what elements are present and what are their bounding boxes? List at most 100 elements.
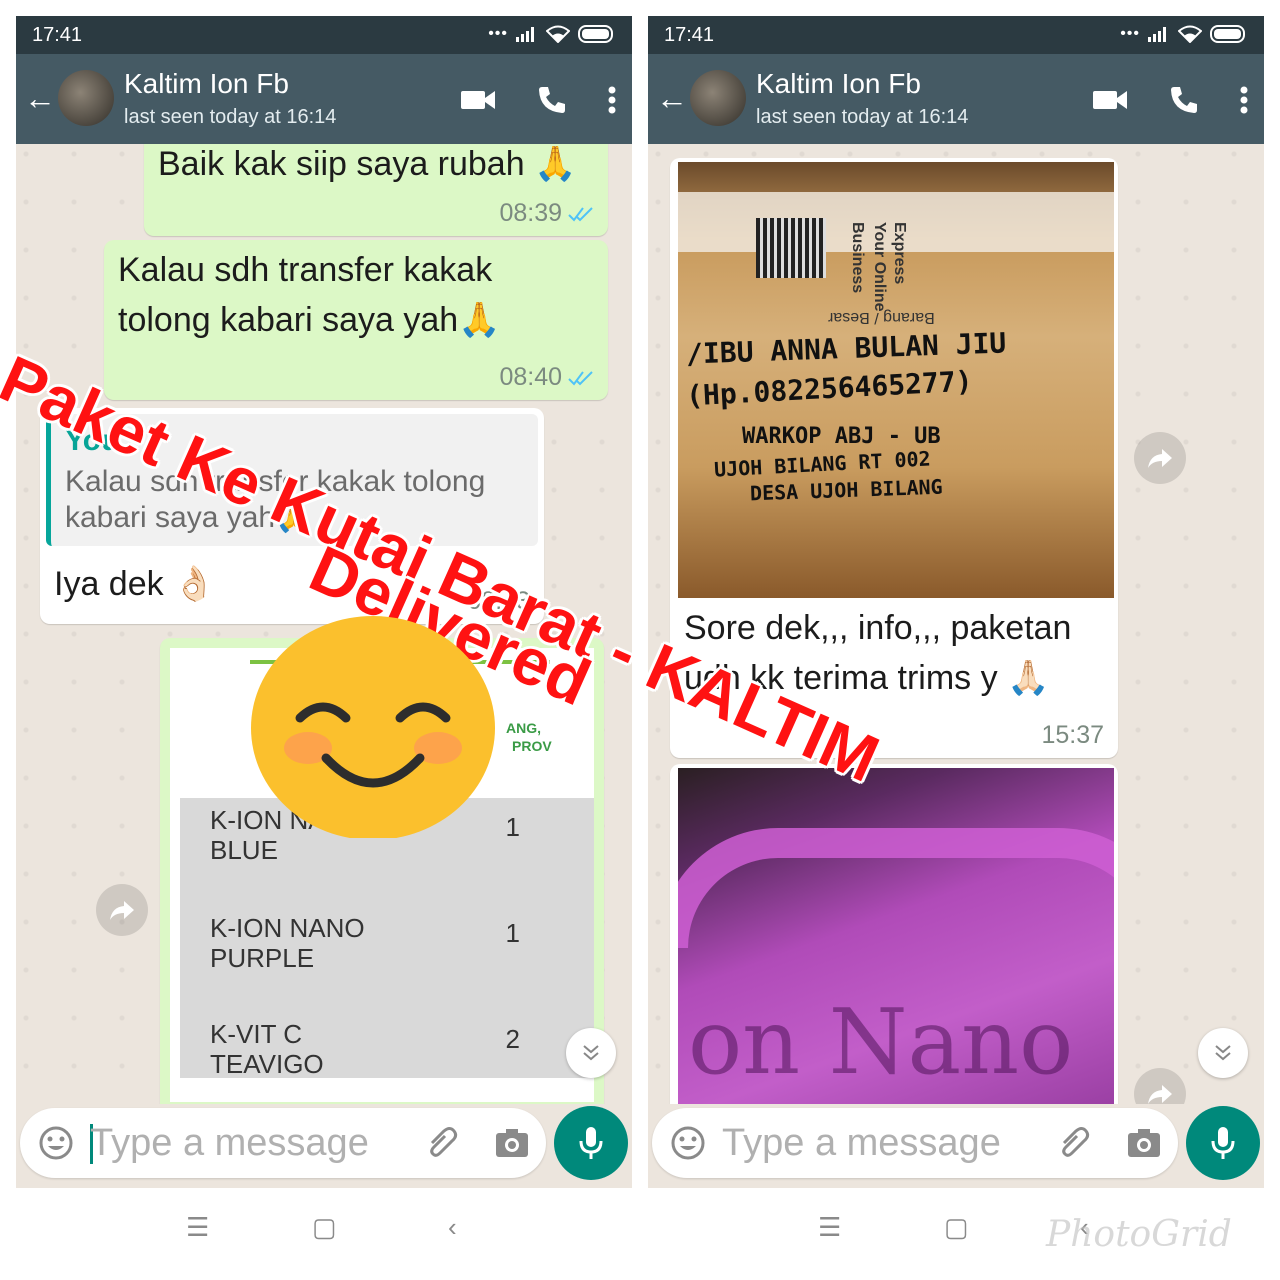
recents-icon[interactable]: ☰ [818,1212,841,1243]
status-time: 17:41 [32,24,83,46]
status-time: 17:41 [664,24,715,46]
message-time: 08:40 [499,363,562,391]
composer-bar: Type a message [16,1104,632,1188]
scroll-down-icon [583,1045,599,1061]
package-label-barang: Barang / Besar [828,309,935,326]
scroll-down-button[interactable] [1198,1028,1248,1078]
attach-icon[interactable] [424,1125,460,1161]
package-label-online: Your Online [871,222,888,312]
attach-icon[interactable] [1056,1125,1092,1161]
status-bar: 17:41 ••• [648,16,1264,54]
forward-button[interactable] [96,884,148,936]
package-label-business: Business [849,222,866,294]
right-phone-screenshot: 17:41 ••• ← Kaltim Ion Fb last seen toda… [648,16,1264,1188]
battery-icon [578,25,613,43]
video-call-icon[interactable] [460,88,496,112]
message-placeholder: Type a message [722,1122,1001,1164]
wifi-icon [546,25,570,43]
invoice-item-qty: 1 [505,812,520,842]
dots-icon: ••• [1120,25,1140,42]
invoice-item-name: K-VIT C TEAVIGO [210,1019,324,1079]
mic-button[interactable] [1186,1106,1260,1180]
status-icons: ••• [1120,25,1248,43]
battery-icon [1210,25,1245,43]
forward-button[interactable] [1134,432,1186,484]
status-icons: ••• [488,25,616,43]
emoji-icon[interactable] [38,1125,74,1161]
signal-icon [1148,27,1166,42]
back-arrow-icon[interactable]: ← [656,82,688,114]
invoice-item-name: K-ION NANO PURPLE [210,913,365,973]
forward-icon [1148,449,1172,468]
glasses-frame [678,828,1114,948]
forward-icon [1148,1085,1172,1104]
camera-icon[interactable] [1126,1127,1162,1159]
glasses-printed-text: on Nano [688,990,1074,1095]
photogrid-watermark: PhotoGrid [1046,1214,1232,1255]
back-nav-icon[interactable]: ‹ [448,1212,457,1243]
invoice-items-table: K-ION NA BLUE 1 K-ION NANO PURPLE 1 K-VIT … [180,798,594,1079]
forward-icon [110,901,134,920]
contact-avatar[interactable] [58,70,114,126]
more-vert-icon[interactable] [608,86,616,114]
message-text-line1: Sore dek,,, info,,, paketan [684,609,1072,647]
camera-icon[interactable] [494,1127,530,1159]
message-input[interactable]: Type a message [652,1108,1178,1178]
home-icon[interactable]: ▢ [944,1212,969,1243]
contact-name[interactable]: Kaltim Ion Fb [756,68,921,100]
incoming-image-message[interactable]: on Nano [670,764,1118,1104]
last-seen: last seen today at 16:14 [756,106,969,128]
video-call-icon[interactable] [1092,88,1128,112]
dots-icon: ••• [488,25,508,42]
package-qr-code [756,218,826,278]
home-icon[interactable]: ▢ [312,1212,337,1243]
mic-button[interactable] [554,1106,628,1180]
recents-icon[interactable]: ☰ [186,1212,209,1243]
message-text: Iya dek 👌🏻 [54,565,216,603]
header-actions [460,84,616,116]
message-meta: 08:39 [499,199,594,228]
message-meta: 08:40 [499,363,594,392]
forward-button[interactable] [1134,1068,1186,1104]
message-time: 15:37 [1041,721,1104,749]
scroll-down-button[interactable] [566,1028,616,1078]
back-arrow-icon[interactable]: ← [24,82,56,114]
mic-icon [1211,1127,1235,1159]
last-seen: last seen today at 16:14 [124,106,337,128]
invoice-header-partial-2: PROV [512,738,552,754]
scroll-down-icon [1215,1045,1231,1061]
phone-icon[interactable] [536,84,568,116]
chat-header: ← Kaltim Ion Fb last seen today at 16:14 [16,54,632,144]
outgoing-message[interactable]: Baik kak siip saya rubah 🙏 08:39 [144,144,608,236]
package-handwriting-line3: WARKOP ABJ - UB [742,424,941,449]
package-handwriting-line1: /IBU ANNA BULAN JIU [685,326,1007,371]
chat-area[interactable]: Express Your Online Business Barang / Be… [648,144,1264,1104]
package-label-express: Express [891,222,908,285]
package-photo[interactable]: Express Your Online Business Barang / Be… [678,162,1114,598]
mic-icon [579,1127,603,1159]
emoji-icon[interactable] [670,1125,706,1161]
chat-header: ← Kaltim Ion Fb last seen today at 16:14 [648,54,1264,144]
message-text: Baik kak siip saya rubah 🙏 [158,145,577,183]
outgoing-message[interactable]: Kalau sdh transfer kakak tolong kabari s… [104,240,608,400]
more-vert-icon[interactable] [1240,86,1248,114]
smiling-face-emoji-sticker [251,616,495,838]
double-check-icon [568,370,593,386]
contact-name[interactable]: Kaltim Ion Fb [124,68,289,100]
composer-bar: Type a message [648,1104,1264,1188]
message-placeholder: Type a message [90,1122,369,1164]
message-meta: 15:37 [1041,721,1104,750]
signal-icon [516,27,534,42]
message-text-line1: Kalau sdh transfer kakak [118,251,493,289]
invoice-item-qty: 1 [505,918,520,948]
message-text-line2: tolong kabari saya yah🙏 [118,301,501,339]
invoice-header-partial-1: ANG, [506,720,541,736]
contact-avatar[interactable] [690,70,746,126]
double-check-icon [568,206,593,222]
status-bar: 17:41 ••• [16,16,632,54]
package-handwriting-line5: DESA UJOH BILANG [749,474,944,506]
glasses-photo[interactable]: on Nano [678,768,1114,1104]
message-input[interactable]: Type a message [20,1108,546,1178]
header-actions [1092,84,1248,116]
phone-icon[interactable] [1168,84,1200,116]
